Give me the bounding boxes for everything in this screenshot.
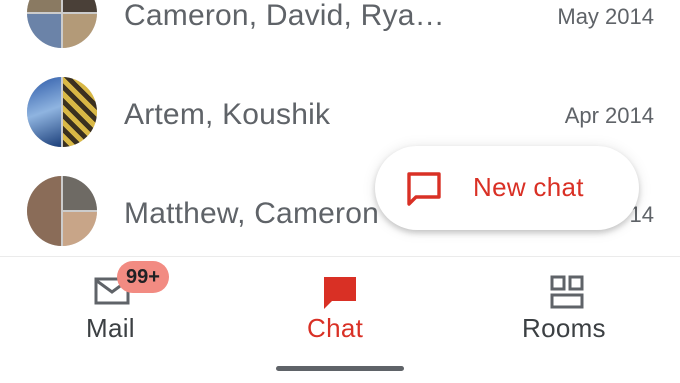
nav-mail-label: Mail	[86, 313, 135, 343]
bottom-navigation: Mail 99+ Chat Rooms	[0, 256, 680, 383]
new-chat-label: New chat	[473, 172, 584, 202]
conversation-title: Matthew, Cameron	[124, 197, 379, 230]
chat-outline-icon	[407, 172, 441, 206]
nav-chat[interactable]: Chat	[290, 257, 390, 357]
group-avatar	[27, 176, 97, 246]
chat-filled-icon	[324, 277, 356, 309]
group-avatar	[27, 0, 97, 48]
new-chat-button[interactable]: New chat	[375, 146, 639, 230]
conversation-row[interactable]: Artem, Koushik Apr 2014	[0, 77, 680, 147]
rooms-grid-icon	[550, 275, 584, 309]
conversation-date: Apr 2014	[564, 103, 654, 128]
group-avatar	[27, 77, 97, 147]
conversation-title: Artem, Koushik	[124, 98, 331, 131]
conversation-date: May 2014	[557, 4, 654, 29]
unread-badge: 99+	[117, 261, 169, 293]
conversation-title: Cameron, David, Rya…	[124, 0, 445, 32]
nav-rooms-label: Rooms	[522, 313, 606, 343]
gesture-navigation-bar[interactable]	[276, 366, 404, 371]
nav-rooms[interactable]: Rooms	[510, 257, 620, 357]
conversation-row[interactable]: Cameron, David, Rya… May 2014	[0, 0, 680, 48]
nav-chat-label: Chat	[307, 313, 364, 343]
